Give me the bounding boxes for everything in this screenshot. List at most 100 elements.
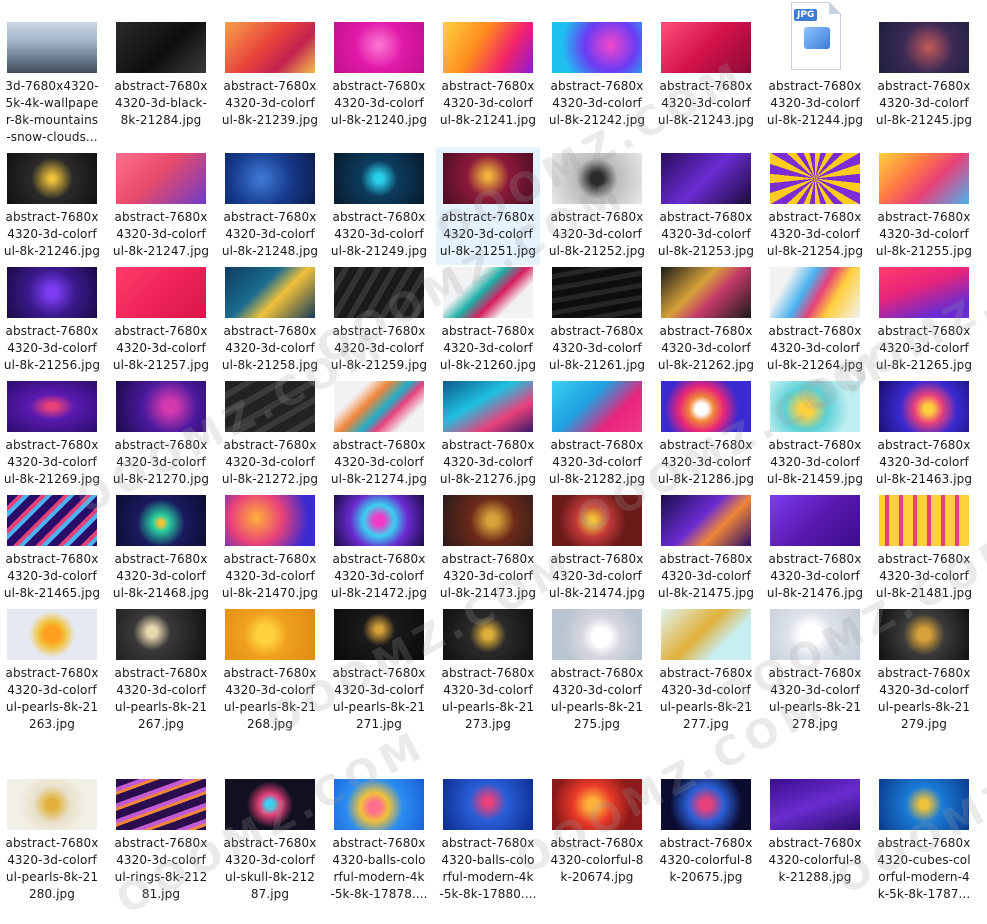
- file-name-label: abstract-7680x 4320-3d-colorf ul-8k-2128…: [657, 438, 755, 486]
- file-name-label: abstract-7680x 4320-3d-colorf ul-8k-2124…: [330, 79, 428, 127]
- file-name-label: abstract-7680x 4320-3d-colorf ul-pearls-…: [441, 666, 535, 731]
- image-thumbnail: [443, 609, 533, 660]
- file-name-label: abstract-7680x 4320-3d-colorf ul-pearls-…: [877, 666, 971, 731]
- file-name-label: abstract-7680x 4320-3d-colorf ul-8k-2124…: [439, 79, 537, 127]
- file-name-label: abstract-7680x 4320-3d-colorf ul-pearls-…: [768, 666, 862, 731]
- file-name-label: abstract-7680x 4320-3d-colorf ul-8k-2127…: [112, 438, 210, 486]
- file-name-label: abstract-7680x 4320-3d-colorf ul-8k-2147…: [439, 552, 537, 600]
- image-thumbnail: [7, 22, 97, 73]
- image-thumbnail: [7, 779, 97, 830]
- image-thumbnail: [770, 609, 860, 660]
- image-thumbnail: [770, 153, 860, 204]
- image-thumbnail: [552, 609, 642, 660]
- file-name-label: abstract-7680x 4320-3d-colorf ul-8k-2127…: [439, 438, 537, 486]
- file-name-label: abstract-7680x 4320-3d-colorf ul-pearls-…: [550, 666, 644, 731]
- image-thumbnail: [334, 609, 424, 660]
- file-name-label: abstract-7680x 4320-3d-colorf ul-8k-2146…: [875, 438, 973, 486]
- file-name-label: abstract-7680x 4320-3d-colorf ul-8k-2145…: [766, 438, 864, 486]
- image-thumbnail: [225, 153, 315, 204]
- file-name-label: abstract-7680x 4320-3d-colorf ul-pearls-…: [659, 666, 753, 731]
- image-thumbnail: [225, 609, 315, 660]
- file-grid: 3d-7680x4320- 5k-4k-wallpape r-8k-mounta…: [0, 0, 987, 908]
- image-thumbnail: [770, 495, 860, 546]
- file-name-label: abstract-7680x 4320-3d-colorf ul-8k-2125…: [112, 324, 210, 372]
- file-name-label: abstract-7680x 4320-3d-black- 8k-21284.j…: [114, 79, 208, 127]
- image-thumbnail: [225, 779, 315, 830]
- file-name-label: abstract-7680x 4320-3d-colorf ul-8k-2125…: [766, 210, 864, 258]
- image-thumbnail: [7, 153, 97, 204]
- file-name-label: abstract-7680x 4320-3d-colorf ul-pearls-…: [332, 666, 426, 731]
- file-name-label: abstract-7680x 4320-3d-colorf ul-8k-2128…: [548, 438, 646, 486]
- image-thumbnail: [879, 22, 969, 73]
- file-name-label: abstract-7680x 4320-3d-colorf ul-8k-2147…: [330, 552, 428, 600]
- file-name-label: abstract-7680x 4320-3d-colorf ul-8k-2125…: [330, 324, 428, 372]
- file-name-label: abstract-7680x 4320-balls-colo rful-mode…: [330, 836, 428, 901]
- file-name-label: abstract-7680x 4320-3d-colorf ul-8k-2147…: [548, 552, 646, 600]
- image-thumbnail: [116, 267, 206, 318]
- file-name-label: abstract-7680x 4320-3d-colorf ul-8k-2124…: [221, 210, 319, 258]
- image-thumbnail: [334, 779, 424, 830]
- image-thumbnail: [552, 267, 642, 318]
- image-thumbnail: [879, 267, 969, 318]
- file-name-label: abstract-7680x 4320-3d-colorf ul-8k-2124…: [766, 79, 864, 127]
- file-name-label: abstract-7680x 4320-3d-colorf ul-8k-2125…: [657, 210, 755, 258]
- file-name-label: abstract-7680x 4320-3d-colorf ul-8k-2148…: [875, 552, 973, 600]
- image-thumbnail: [334, 22, 424, 73]
- file-name-label: abstract-7680x 4320-3d-colorf ul-8k-2124…: [548, 79, 646, 127]
- image-thumbnail: [443, 495, 533, 546]
- image-thumbnail: [225, 22, 315, 73]
- file-name-label: abstract-7680x 4320-colorful-8 k-20675.j…: [659, 836, 753, 884]
- file-name-label: abstract-7680x 4320-3d-colorf ul-8k-2126…: [766, 324, 864, 372]
- image-thumbnail: [661, 381, 751, 432]
- file-name-label: abstract-7680x 4320-3d-colorf ul-pearls-…: [114, 666, 208, 731]
- image-thumbnail: [879, 153, 969, 204]
- file-name-label: abstract-7680x 4320-3d-colorf ul-pearls-…: [5, 836, 99, 901]
- image-thumbnail: [443, 381, 533, 432]
- image-thumbnail: [879, 609, 969, 660]
- image-thumbnail: [661, 22, 751, 73]
- file-name-label: abstract-7680x 4320-3d-colorf ul-8k-2125…: [548, 210, 646, 258]
- image-thumbnail: [443, 153, 533, 204]
- file-name-label: abstract-7680x 4320-3d-colorf ul-rings-8…: [114, 836, 208, 901]
- file-name-label: 3d-7680x4320- 5k-4k-wallpape r-8k-mounta…: [5, 79, 99, 144]
- file-name-label: abstract-7680x 4320-3d-colorf ul-8k-2146…: [3, 552, 101, 600]
- file-name-label: abstract-7680x 4320-3d-colorf ul-8k-2125…: [875, 210, 973, 258]
- image-thumbnail: [7, 267, 97, 318]
- image-thumbnail: [116, 495, 206, 546]
- file-name-label: abstract-7680x 4320-3d-colorf ul-8k-2147…: [766, 552, 864, 600]
- image-thumbnail: [879, 779, 969, 830]
- file-name-label: abstract-7680x 4320-3d-colorf ul-8k-2125…: [221, 324, 319, 372]
- file-name-label: abstract-7680x 4320-colorful-8 k-20674.j…: [550, 836, 644, 884]
- file-name-label: abstract-7680x 4320-3d-colorf ul-skull-8…: [223, 836, 317, 901]
- file-name-label: abstract-7680x 4320-3d-colorf ul-8k-2124…: [330, 210, 428, 258]
- image-thumbnail: [7, 495, 97, 546]
- image-thumbnail: [770, 779, 860, 830]
- image-thumbnail: [225, 381, 315, 432]
- image-thumbnail: [661, 779, 751, 830]
- file-name-label: abstract-7680x 4320-3d-colorf ul-8k-2126…: [875, 324, 973, 372]
- file-name-label: abstract-7680x 4320-cubes-col orful-mode…: [877, 836, 971, 901]
- image-thumbnail: [879, 381, 969, 432]
- image-thumbnail: [661, 153, 751, 204]
- file-name-label: abstract-7680x 4320-3d-colorf ul-8k-2124…: [657, 79, 755, 127]
- image-thumbnail: [552, 22, 642, 73]
- file-name-label: abstract-7680x 4320-3d-colorf ul-8k-2126…: [657, 324, 755, 372]
- image-thumbnail: [334, 153, 424, 204]
- file-name-label: abstract-7680x 4320-3d-colorf ul-8k-2126…: [439, 324, 537, 372]
- file-name-label: abstract-7680x 4320-3d-colorf ul-8k-2126…: [548, 324, 646, 372]
- image-thumbnail: [334, 267, 424, 318]
- file-name-label: abstract-7680x 4320-3d-colorf ul-8k-2124…: [875, 79, 973, 127]
- file-name-label: abstract-7680x 4320-3d-colorf ul-8k-2123…: [221, 79, 319, 127]
- file-name-label: abstract-7680x 4320-balls-colo rful-mode…: [439, 836, 537, 901]
- file-name-label: abstract-7680x 4320-3d-colorf ul-8k-2147…: [221, 552, 319, 600]
- image-thumbnail: [334, 381, 424, 432]
- image-thumbnail: [443, 267, 533, 318]
- image-thumbnail: [225, 495, 315, 546]
- image-thumbnail: [770, 267, 860, 318]
- file-name-label: abstract-7680x 4320-3d-colorf ul-8k-2125…: [439, 210, 537, 258]
- image-thumbnail: [116, 22, 206, 73]
- image-thumbnail: [552, 495, 642, 546]
- file-name-label: abstract-7680x 4320-3d-colorf ul-8k-2147…: [657, 552, 755, 600]
- image-thumbnail: [552, 381, 642, 432]
- image-thumbnail: [334, 495, 424, 546]
